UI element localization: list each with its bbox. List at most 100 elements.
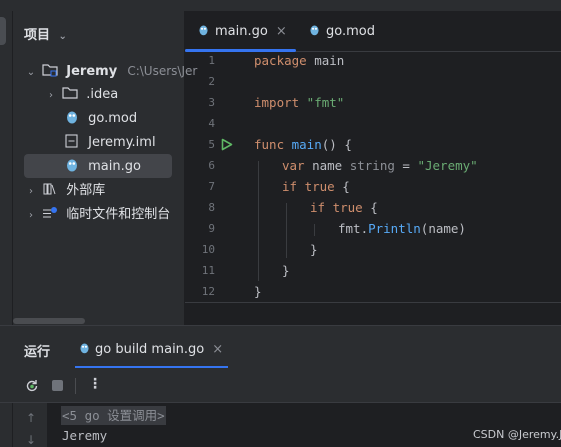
code-text: () {	[321, 137, 352, 152]
tab-main-go[interactable]: main.go ×	[197, 11, 287, 51]
folder-icon	[62, 85, 78, 99]
keyword: if	[310, 200, 326, 215]
go-gopher-icon	[308, 13, 321, 55]
tree-item-label: main.go	[88, 159, 141, 174]
code-text: }	[254, 284, 262, 299]
code-text: }	[282, 263, 290, 278]
tree-item-project-root[interactable]: ⌄ Jeremy C:\Users\Jer	[24, 59, 198, 85]
keyword: import	[254, 95, 300, 110]
close-icon[interactable]: ×	[212, 342, 223, 357]
run-toolbar	[0, 370, 561, 403]
tree-item-scratches[interactable]: › 临时文件和控制台	[24, 203, 170, 227]
code-line-12[interactable]: }	[254, 284, 262, 299]
line-number: 6	[208, 159, 215, 172]
code-line-10[interactable]: }	[310, 242, 318, 257]
line-number: 1	[208, 54, 215, 67]
tree-item-label: go.mod	[88, 111, 138, 126]
string-literal: "fmt"	[299, 95, 345, 110]
library-icon	[42, 181, 58, 195]
tree-item-label: Jeremy.iml	[88, 135, 156, 150]
line-number: 3	[208, 96, 215, 109]
watermark: CSDN @Jeremy.Ji	[473, 428, 561, 441]
tree-item-label: Jeremy	[66, 64, 118, 79]
type-name: string	[349, 158, 395, 173]
tab-go-mod[interactable]: go.mod	[308, 11, 375, 51]
keyword: package	[254, 53, 307, 68]
arrow-up-icon[interactable]: ↑	[26, 411, 36, 425]
keyword: var	[282, 158, 305, 173]
run-tab-label: go build main.go	[95, 342, 205, 357]
go-gopher-icon	[64, 157, 80, 172]
tree-item-go-mod[interactable]: go.mod	[64, 107, 137, 131]
go-gopher-icon	[64, 109, 80, 124]
code-text: =	[394, 158, 418, 173]
code-line-7[interactable]: if true {	[282, 179, 350, 194]
close-icon[interactable]: ×	[276, 24, 287, 39]
project-header-label: 项目	[24, 28, 51, 43]
tab-label: main.go	[215, 24, 268, 39]
tree-item-idea[interactable]: › .idea	[44, 83, 118, 107]
package-name: fmt.	[338, 221, 369, 236]
code-line-11[interactable]: }	[282, 263, 290, 278]
stop-icon[interactable]	[52, 380, 63, 391]
line-number: 5	[208, 138, 215, 151]
chevron-right-icon[interactable]: ›	[44, 84, 58, 108]
run-panel-title: 运行	[24, 345, 51, 360]
editor-bottom-divider	[185, 302, 561, 303]
line-number: 11	[201, 264, 215, 277]
keyword: func	[254, 137, 285, 152]
code-line-3[interactable]: import "fmt"	[254, 95, 344, 110]
tree-item-iml[interactable]: Jeremy.iml	[64, 131, 156, 155]
chevron-down-icon: ⌄	[58, 31, 67, 42]
keyword: if	[282, 179, 298, 194]
indent-guide	[314, 224, 315, 236]
code-text: }	[310, 242, 318, 257]
scratch-icon	[42, 205, 58, 219]
project-header[interactable]: 项目 ⌄	[24, 24, 67, 43]
tab-label: go.mod	[326, 24, 375, 39]
line-number: 2	[208, 75, 215, 88]
code-line-1[interactable]: package main	[254, 53, 344, 68]
project-horizontal-scrollbar[interactable]	[13, 318, 85, 324]
code-line-8[interactable]: if true {	[310, 200, 378, 215]
indent-guide	[286, 203, 287, 258]
line-number: 12	[201, 285, 215, 298]
code-line-6[interactable]: var name string = "Jeremy"	[282, 158, 478, 173]
line-number: 7	[208, 180, 215, 193]
active-tab-indicator	[185, 49, 296, 52]
line-number: 9	[208, 222, 215, 235]
run-tab-indicator	[75, 366, 228, 368]
function-name: main	[284, 137, 322, 152]
project-tool-button[interactable]	[0, 17, 6, 45]
arrow-down-icon[interactable]: ↓	[26, 433, 36, 447]
code-line-5[interactable]: func main() {	[254, 137, 352, 152]
line-number: 8	[208, 201, 215, 214]
line-number: 10	[201, 243, 215, 256]
line-number: 4	[208, 117, 215, 130]
chevron-down-icon[interactable]: ⌄	[24, 61, 38, 85]
rerun-icon[interactable]	[24, 378, 40, 398]
run-gutter-play-icon[interactable]	[221, 138, 233, 155]
tree-item-external-libraries[interactable]: › 外部库	[24, 179, 105, 203]
tree-item-main-go[interactable]: main.go	[64, 155, 141, 179]
toolbar-separator	[75, 378, 76, 394]
tree-item-label: 外部库	[66, 183, 106, 198]
run-config-tab[interactable]: go build main.go ×	[78, 341, 223, 359]
tree-item-label: .idea	[86, 87, 119, 102]
more-options-icon[interactable]: ⋮	[88, 376, 102, 392]
chevron-right-icon[interactable]: ›	[24, 180, 38, 204]
keyword: true	[297, 179, 335, 194]
iml-file-icon	[64, 133, 80, 148]
string-literal: "Jeremy"	[417, 158, 478, 173]
code-text: name	[304, 158, 350, 173]
keyword: true	[325, 200, 363, 215]
tree-item-label: 临时文件和控制台	[66, 207, 171, 222]
code-text: {	[334, 179, 350, 194]
chevron-right-icon[interactable]: ›	[24, 204, 38, 228]
indent-guide	[258, 161, 259, 281]
code-text: main	[306, 53, 345, 68]
code-line-9[interactable]: fmt.Println(name)	[338, 221, 466, 236]
code-text: (name)	[420, 221, 466, 236]
folder-module-icon	[42, 62, 58, 77]
code-text: {	[362, 200, 378, 215]
